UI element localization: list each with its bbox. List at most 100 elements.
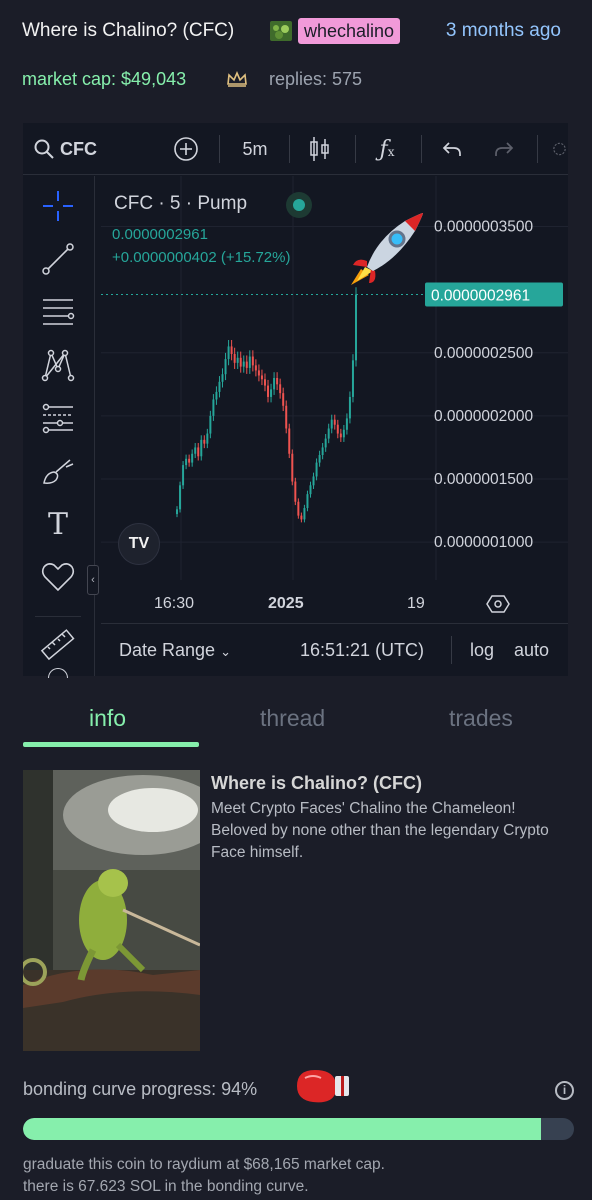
candle-body bbox=[291, 453, 294, 482]
zoom-icon[interactable] bbox=[48, 668, 68, 678]
chart-type-button[interactable] bbox=[305, 123, 335, 175]
favorites-tool[interactable] bbox=[39, 558, 77, 596]
y-tick-label: 0.0000001000 bbox=[434, 534, 534, 551]
candle-body bbox=[215, 391, 218, 400]
candle-body bbox=[206, 433, 209, 444]
candle-body bbox=[233, 354, 236, 363]
coin-image[interactable] bbox=[23, 770, 200, 1051]
candle-body bbox=[306, 494, 309, 509]
brush-icon bbox=[43, 459, 74, 484]
search-icon bbox=[34, 139, 54, 159]
ruler-tool[interactable] bbox=[39, 626, 77, 664]
candle-body bbox=[282, 393, 285, 406]
auto-toggle[interactable]: auto bbox=[514, 640, 549, 661]
undo-icon bbox=[442, 142, 461, 156]
candle-body bbox=[188, 458, 191, 463]
created-time[interactable]: 3 months ago bbox=[446, 20, 561, 42]
info-icon[interactable]: i bbox=[555, 1081, 574, 1100]
crosshair-tool[interactable] bbox=[39, 187, 77, 225]
settings-icon bbox=[553, 142, 566, 156]
candle-body bbox=[339, 433, 342, 438]
log-toggle[interactable]: log bbox=[470, 640, 494, 661]
coin-header: Where is Chalino? (CFC) whechalino 3 mon… bbox=[22, 16, 572, 46]
candle-body bbox=[254, 365, 257, 371]
chart-widget: CFC 5m ƒx T ‹ 0.0000003500 0.0000002500 … bbox=[23, 123, 568, 678]
candle-body bbox=[345, 418, 348, 430]
date-range-button[interactable]: Date Range ⌄ bbox=[119, 640, 231, 661]
coin-description: Meet Crypto Faces' Chalino the Chameleon… bbox=[211, 800, 549, 861]
candle-body bbox=[224, 359, 227, 375]
goto-realtime-icon[interactable] bbox=[485, 593, 511, 615]
chart-toolbar: CFC 5m ƒx bbox=[23, 123, 568, 175]
chevron-down-icon: ⌄ bbox=[220, 644, 231, 659]
x-tick-label: 19 bbox=[407, 595, 425, 612]
bonding-progress-bar bbox=[23, 1118, 574, 1140]
candle-body bbox=[221, 374, 224, 382]
tool-divider bbox=[35, 616, 81, 617]
indicators-button[interactable]: ƒx bbox=[371, 123, 403, 175]
trendline-tool[interactable] bbox=[39, 240, 77, 278]
tab-trades[interactable]: trades bbox=[449, 705, 513, 732]
candle-body bbox=[309, 485, 312, 495]
rocket-icon bbox=[351, 213, 423, 285]
graduate-text: graduate this coin to raydium at $68,165… bbox=[23, 1156, 385, 1173]
y-tick-label: 0.0000002000 bbox=[434, 408, 534, 425]
tab-info[interactable]: info bbox=[89, 705, 126, 732]
creator-badge[interactable]: whechalino bbox=[298, 18, 401, 44]
collapse-toolbar-button[interactable]: ‹ bbox=[87, 565, 99, 595]
candle-body bbox=[318, 455, 321, 463]
candle-body bbox=[182, 465, 185, 486]
candle-body bbox=[351, 360, 354, 397]
redo-button[interactable] bbox=[489, 123, 519, 175]
candle-body bbox=[185, 458, 188, 466]
fib-tool[interactable] bbox=[39, 293, 77, 331]
utc-clock[interactable]: 16:51:21 (UTC) bbox=[300, 640, 424, 661]
date-range-label: Date Range bbox=[119, 640, 216, 660]
candles-icon bbox=[310, 137, 329, 161]
candle-body bbox=[263, 379, 266, 386]
brush-tool[interactable] bbox=[39, 452, 77, 490]
candle-body bbox=[176, 509, 178, 515]
settings-button[interactable] bbox=[551, 123, 568, 175]
candle-body bbox=[200, 439, 203, 457]
candle-body bbox=[218, 381, 221, 392]
x-tick-label: 2025 bbox=[268, 595, 304, 612]
text-icon: T bbox=[47, 506, 68, 542]
tradingview-logo[interactable]: TV bbox=[118, 523, 160, 565]
candle-body bbox=[212, 399, 215, 416]
pattern-tool[interactable] bbox=[39, 346, 77, 384]
sol-in-curve-text: there is 67.623 SOL in the bonding curve… bbox=[23, 1178, 309, 1195]
interval-button[interactable]: 5m bbox=[233, 123, 277, 175]
coin-title: Where is Chalino? (CFC) bbox=[22, 20, 235, 41]
drawing-toolbar: T bbox=[23, 176, 95, 678]
add-indicator-button[interactable] bbox=[171, 123, 201, 175]
coin-name: Where is Chalino? (CFC) bbox=[211, 773, 422, 793]
crown-icon bbox=[227, 70, 247, 87]
active-tab-indicator bbox=[23, 742, 199, 747]
replies-count: replies: 575 bbox=[269, 69, 363, 89]
candle-body bbox=[342, 429, 345, 438]
undo-button[interactable] bbox=[437, 123, 467, 175]
text-tool[interactable]: T bbox=[39, 505, 77, 543]
heart-icon bbox=[41, 563, 75, 592]
projection-icon bbox=[42, 403, 73, 434]
candle-body bbox=[315, 462, 318, 477]
candle-body bbox=[257, 370, 260, 376]
tab-thread[interactable]: thread bbox=[260, 705, 325, 732]
toolbar-separator bbox=[219, 135, 220, 163]
market-status-dot[interactable] bbox=[286, 192, 312, 218]
symbol-search-button[interactable]: CFC bbox=[33, 123, 105, 175]
candle-body bbox=[194, 447, 197, 454]
candle-body bbox=[267, 385, 270, 397]
toolbar-separator bbox=[421, 135, 422, 163]
projection-tool[interactable] bbox=[39, 399, 77, 437]
candle-body bbox=[294, 481, 297, 502]
candle-body bbox=[324, 438, 327, 448]
y-tick-label: 0.0000001500 bbox=[434, 471, 534, 488]
candle-body bbox=[279, 384, 282, 394]
candle-body bbox=[203, 439, 206, 444]
candle-body bbox=[300, 515, 303, 520]
x-axis: 16:30 2025 19 bbox=[101, 589, 568, 619]
legend-symbol: CFC · 5 · Pump bbox=[114, 193, 248, 214]
candle-body bbox=[227, 346, 230, 360]
